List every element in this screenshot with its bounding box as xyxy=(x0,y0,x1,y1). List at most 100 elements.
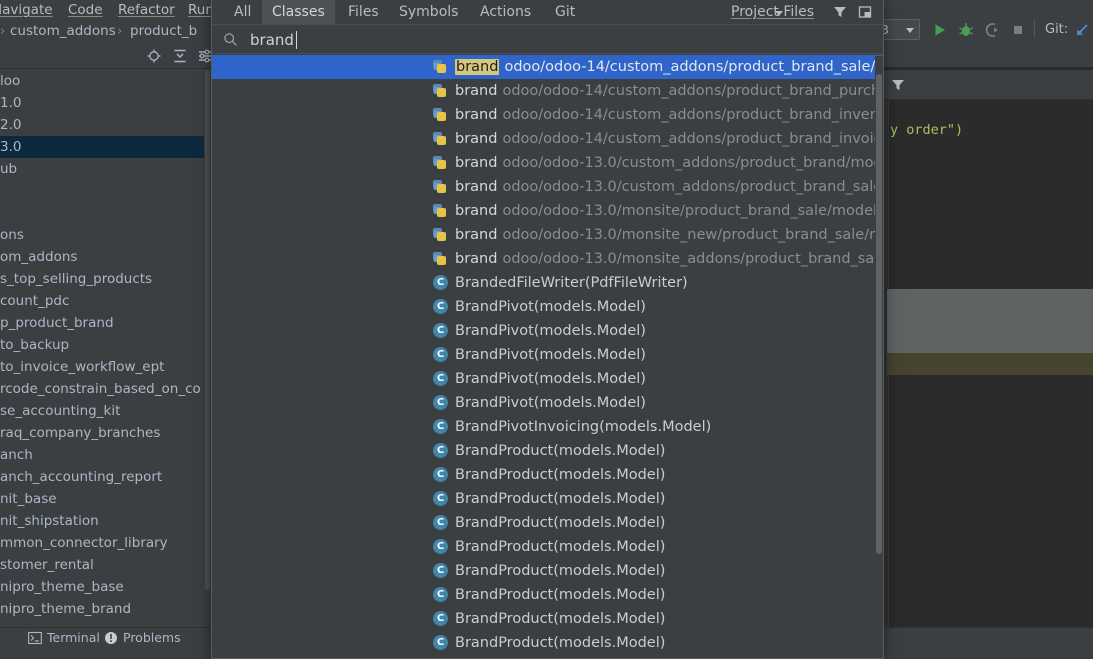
result-row[interactable]: C BrandProduct(models.Model) xyxy=(212,487,883,511)
result-row[interactable]: C BrandProduct(models.Model) xyxy=(212,583,883,607)
result-row[interactable]: C BrandProduct(models.Model) xyxy=(212,559,883,583)
menu-item-code[interactable]: Code xyxy=(68,2,103,18)
result-row[interactable]: C BrandPivotInvoicing(models.Model) xyxy=(212,415,883,439)
menu-item-run[interactable]: Run xyxy=(188,2,214,18)
tree-row[interactable]: count_pdc xyxy=(0,290,204,312)
tab-files[interactable]: Files xyxy=(338,0,389,24)
tree-row[interactable]: se_accounting_kit xyxy=(0,400,204,422)
result-row[interactable]: brand odoo/odoo-14/custom_addons/product_… xyxy=(212,55,883,79)
result-row[interactable]: C BrandPivot(models.Model) xyxy=(212,343,883,367)
result-row[interactable]: brand odoo/odoo-13.0/monsite_addons/produ… xyxy=(212,247,883,271)
tree-row[interactable]: anch_accounting_report xyxy=(0,466,204,488)
tree-row[interactable]: nit_base xyxy=(0,488,204,510)
tree-row[interactable]: to_invoice_workflow_ept xyxy=(0,356,204,378)
search-everywhere-tabs[interactable]: Project Files All Classes Files Symbols Acti… xyxy=(212,0,883,24)
project-tree-scrollbar[interactable] xyxy=(204,70,211,627)
results-scrollbar[interactable] xyxy=(875,56,883,656)
search-input[interactable]: brand xyxy=(250,29,294,51)
tool-window-button-terminal[interactable]: Terminal xyxy=(28,630,100,645)
result-name: BrandedFileWriter(PdfFileWriter) xyxy=(455,275,688,291)
tree-row[interactable]: 1.0 xyxy=(0,92,204,114)
tree-row[interactable]: raq_company_branches xyxy=(0,422,204,444)
result-row[interactable]: brand odoo/odoo-13.0/monsite_new/product_… xyxy=(212,223,883,247)
result-row[interactable]: C BrandedFileWriter(PdfFileWriter) xyxy=(212,271,883,295)
tab-symbols[interactable]: Symbols xyxy=(389,0,468,24)
tree-row[interactable]: mmon_connector_library xyxy=(0,532,204,554)
chevron-down-icon[interactable] xyxy=(775,11,783,16)
tab-actions[interactable]: Actions xyxy=(470,0,541,24)
tool-window-button-problems[interactable]: Problems xyxy=(104,630,181,645)
debug-icon[interactable] xyxy=(958,22,974,38)
result-label: BrandedFileWriter(PdfFileWriter) xyxy=(455,275,688,291)
tree-row[interactable]: loo xyxy=(0,70,204,92)
locate-icon[interactable] xyxy=(146,48,162,64)
run-icon[interactable] xyxy=(932,22,948,38)
scope-selector[interactable]: Project Files xyxy=(721,0,824,24)
result-name: brand xyxy=(455,179,498,195)
result-row[interactable]: C BrandProduct(models.Model) xyxy=(212,535,883,559)
tree-row[interactable]: p_product_brand xyxy=(0,312,204,334)
result-row[interactable]: C BrandProduct(models.Model) xyxy=(212,511,883,535)
result-name: brand xyxy=(455,227,498,243)
result-row[interactable]: C BrandProduct(models.Model) xyxy=(212,607,883,631)
breadcrumb-item[interactable]: custom_addons xyxy=(10,23,116,39)
tab-git[interactable]: Git xyxy=(545,0,585,24)
result-name: BrandPivot(models.Model) xyxy=(455,347,646,363)
result-row[interactable]: C BrandPivot(models.Model) xyxy=(212,295,883,319)
result-row[interactable]: C BrandPivot(models.Model) xyxy=(212,391,883,415)
result-name: BrandProduct(models.Model) xyxy=(455,635,666,651)
python-package-icon xyxy=(433,59,449,75)
tab-all[interactable]: All xyxy=(224,0,261,24)
search-input-row[interactable]: brand xyxy=(212,24,883,54)
filter-icon[interactable] xyxy=(890,77,906,93)
result-row[interactable]: brand odoo/odoo-14/custom_addons/product_… xyxy=(212,127,883,151)
result-name: BrandPivot(models.Model) xyxy=(455,395,646,411)
result-row[interactable]: C BrandProduct(models.Model) xyxy=(212,631,883,655)
tree-row-label: p_product_brand xyxy=(0,315,114,331)
tree-row[interactable] xyxy=(0,180,204,202)
result-row[interactable]: C BrandProduct(models.Model) xyxy=(212,439,883,463)
tree-row[interactable]: anch xyxy=(0,444,204,466)
result-row[interactable]: brand odoo/odoo-14/custom_addons/product_… xyxy=(212,79,883,103)
result-row[interactable]: C BrandPivot(models.Model) xyxy=(212,367,883,391)
tree-row[interactable]: ub xyxy=(0,158,204,180)
tree-row[interactable]: 2.0 xyxy=(0,114,204,136)
result-row[interactable]: brand odoo/odoo-13.0/monsite/product_bran… xyxy=(212,199,883,223)
result-name: BrandPivot(models.Model) xyxy=(455,299,646,315)
git-update-icon[interactable] xyxy=(1074,22,1090,38)
search-everywhere-popup[interactable]: Project Files All Classes Files Symbols Acti… xyxy=(211,0,884,659)
result-row[interactable]: C BrandProduct(models.Model) xyxy=(212,463,883,487)
stop-icon xyxy=(1010,22,1026,38)
tree-row[interactable] xyxy=(0,202,204,224)
class-icon: C xyxy=(433,563,449,579)
tree-row[interactable]: stomer_rental xyxy=(0,554,204,576)
collapse-all-icon[interactable] xyxy=(172,48,188,64)
tree-row-label: nipro_theme_brand xyxy=(0,601,132,617)
breadcrumb-item[interactable]: product_b xyxy=(130,23,197,39)
tree-row[interactable]: to_backup xyxy=(0,334,204,356)
tree-row[interactable]: nit_shipstation xyxy=(0,510,204,532)
tree-row[interactable]: 3.0 xyxy=(0,136,204,158)
tab-classes[interactable]: Classes xyxy=(262,0,335,24)
tree-row[interactable]: nipro_theme_brand xyxy=(0,598,204,620)
tree-row[interactable]: s_top_selling_products xyxy=(0,268,204,290)
result-name: BrandProduct(models.Model) xyxy=(455,467,666,483)
filter-icon[interactable] xyxy=(832,4,848,20)
project-tree[interactable]: loo 1.0 2.0 3.0 ub ons om_addons s_top_selling_… xyxy=(0,70,204,627)
result-row[interactable]: C BrandPivot(models.Model) xyxy=(212,319,883,343)
result-row[interactable]: brand odoo/odoo-14/custom_addons/product_… xyxy=(212,103,883,127)
class-icon: C xyxy=(433,395,449,411)
tree-row[interactable]: ons xyxy=(0,224,204,246)
tree-row[interactable]: om_addons xyxy=(0,246,204,268)
chevron-down-icon xyxy=(906,28,914,33)
search-results-list[interactable]: brand odoo/odoo-14/custom_addons/product_… xyxy=(212,55,883,658)
result-row[interactable]: brand odoo/odoo-13.0/custom_addons/produc… xyxy=(212,175,883,199)
result-row[interactable]: brand odoo/odoo-13.0/custom_addons/produc… xyxy=(212,151,883,175)
tree-row[interactable]: nipro_theme_base xyxy=(0,576,204,598)
menu-item-refactor[interactable]: Refactor xyxy=(118,2,175,18)
tab-label: Git xyxy=(555,4,576,20)
tree-row[interactable]: rcode_constrain_based_on_co xyxy=(0,378,204,400)
pin-window-icon[interactable] xyxy=(857,4,873,20)
menu-item-navigate[interactable]: Navigate xyxy=(0,2,53,18)
run-coverage-icon[interactable] xyxy=(984,22,1000,38)
